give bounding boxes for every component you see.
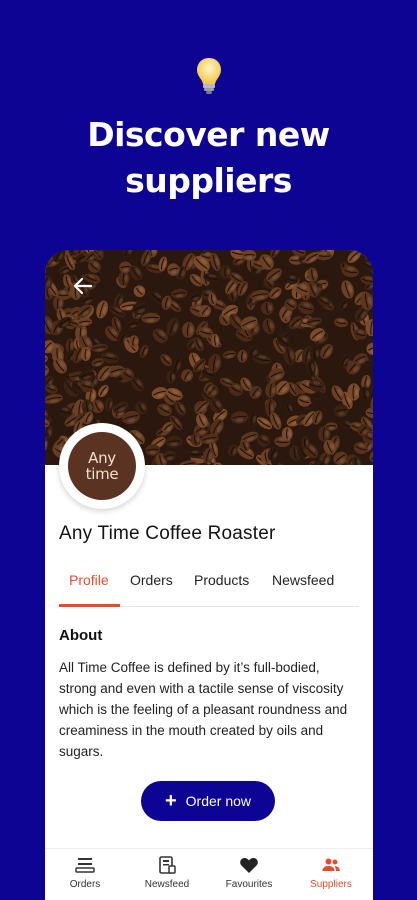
logo-line-2: time — [85, 465, 119, 483]
about-heading: About — [59, 627, 103, 644]
nav-label-newsfeed: Newsfeed — [144, 879, 190, 890]
promo-headline: Discover new suppliers — [0, 112, 417, 204]
plus-icon: + — [164, 790, 177, 812]
nav-item-newsfeed[interactable]: Newsfeed — [127, 855, 207, 890]
headline-line-1: Discover new — [87, 115, 330, 154]
bottom-navigation: Orders Newsfeed Favourites Suppliers — [45, 848, 373, 900]
nav-label-orders: Orders — [69, 879, 101, 890]
back-arrow-icon[interactable] — [71, 274, 95, 298]
supplier-name: Any Time Coffee Roaster — [59, 523, 276, 544]
nav-item-favourites[interactable]: Favourites — [209, 855, 289, 890]
suppliers-icon — [322, 858, 340, 871]
nav-label-suppliers: Suppliers — [310, 879, 352, 890]
nav-item-suppliers[interactable]: Suppliers — [291, 855, 371, 890]
tab-orders[interactable]: Orders — [130, 572, 173, 588]
promo-header: Discover new suppliers — [0, 0, 417, 250]
profile-tabs: Profile Orders Products Newsfeed — [59, 566, 359, 607]
lightbulb-icon — [197, 58, 221, 94]
nav-label-favourites: Favourites — [225, 879, 273, 890]
heart-icon — [240, 858, 258, 873]
tab-profile[interactable]: Profile — [69, 572, 109, 588]
order-now-button[interactable]: + Order now — [141, 781, 275, 821]
about-text: All Time Coffee is defined by it’s full-… — [59, 660, 348, 759]
active-tab-indicator — [59, 604, 120, 607]
phone-screen: Any time Any Time Coffee Roaster Profile… — [45, 250, 373, 900]
order-now-label: Order now — [185, 793, 252, 809]
tab-newsfeed[interactable]: Newsfeed — [272, 572, 334, 588]
nav-item-orders[interactable]: Orders — [45, 855, 125, 890]
supplier-avatar: Any time — [59, 423, 145, 509]
orders-icon — [75, 858, 95, 873]
headline-line-2: suppliers — [125, 161, 292, 200]
newsfeed-icon — [159, 856, 176, 874]
supplier-logo: Any time — [68, 432, 136, 500]
tab-products[interactable]: Products — [194, 572, 249, 588]
